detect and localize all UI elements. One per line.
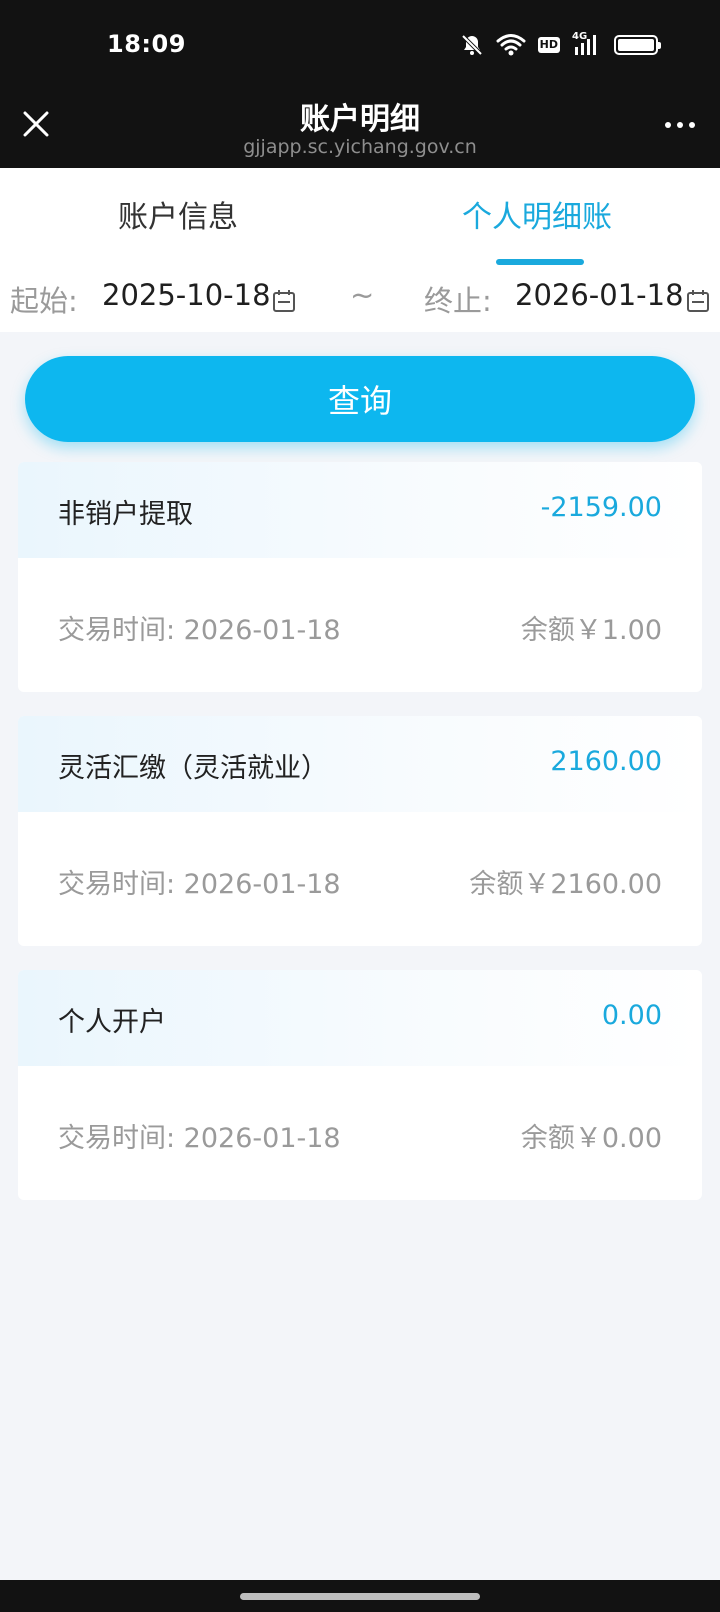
transaction-type: 灵活汇缴（灵活就业） <box>58 753 328 784</box>
tab-personal-detail[interactable]: 个人明细账 <box>462 192 612 236</box>
transaction-balance: 余额￥0.00 <box>520 1123 662 1154</box>
calendar-icon[interactable] <box>686 286 710 320</box>
system-nav-bar <box>0 1580 720 1612</box>
page-title: 账户明细 <box>300 102 420 137</box>
end-date-field[interactable]: 2026-01-18 <box>515 278 684 312</box>
end-date-label: 终止: <box>424 284 492 318</box>
card-header: 非销户提取 -2159.00 <box>18 462 702 558</box>
calendar-icon[interactable] <box>272 286 296 320</box>
status-bar: 18:09 HD 4G <box>0 0 720 90</box>
transaction-type: 非销户提取 <box>58 499 193 530</box>
transaction-card[interactable]: 个人开户 0.00 交易时间: 2026-01-18 余额￥0.00 <box>18 970 702 1200</box>
signal-icon: 4G <box>572 31 602 57</box>
transaction-amount: 2160.00 <box>550 746 662 777</box>
status-icons: HD 4G <box>460 30 661 60</box>
hd-icon: HD <box>537 37 560 53</box>
home-indicator[interactable] <box>240 1593 480 1600</box>
status-time: 18:09 <box>107 30 186 58</box>
card-header: 灵活汇缴（灵活就业） 2160.00 <box>18 716 702 812</box>
more-icon <box>665 122 671 128</box>
start-date-field[interactable]: 2025-10-18 <box>102 278 271 312</box>
transaction-time: 交易时间: 2026-01-18 <box>58 615 341 646</box>
transaction-type: 个人开户 <box>58 1007 166 1038</box>
transaction-time: 交易时间: 2026-01-18 <box>58 869 341 900</box>
wifi-icon <box>496 33 526 57</box>
transaction-card[interactable]: 非销户提取 -2159.00 交易时间: 2026-01-18 余额￥1.00 <box>18 462 702 692</box>
card-header: 个人开户 0.00 <box>18 970 702 1066</box>
battery-icon <box>614 35 661 55</box>
date-filter: 起始: 2025-10-18 ~ 终止: 2026-01-18 <box>0 268 720 332</box>
tab-bar: 账户信息 个人明细账 <box>0 168 720 268</box>
date-separator: ~ <box>350 278 375 312</box>
more-button[interactable] <box>660 110 700 140</box>
tab-active-indicator <box>496 259 584 265</box>
transaction-card[interactable]: 灵活汇缴（灵活就业） 2160.00 交易时间: 2026-01-18 余额￥2… <box>18 716 702 946</box>
page-url: gjjapp.sc.yichang.gov.cn <box>243 136 477 158</box>
transaction-balance: 余额￥1.00 <box>520 615 662 646</box>
transaction-amount: 0.00 <box>601 1000 662 1031</box>
transaction-time: 交易时间: 2026-01-18 <box>58 1123 341 1154</box>
start-date-label: 起始: <box>10 284 78 318</box>
transaction-amount: -2159.00 <box>540 492 662 523</box>
query-button[interactable]: 查询 <box>25 356 695 442</box>
bell-off-icon <box>460 33 484 57</box>
app-header: 账户明细 gjjapp.sc.yichang.gov.cn <box>0 90 720 168</box>
tab-account-info[interactable]: 账户信息 <box>118 192 238 236</box>
transaction-balance: 余额￥2160.00 <box>469 869 662 900</box>
